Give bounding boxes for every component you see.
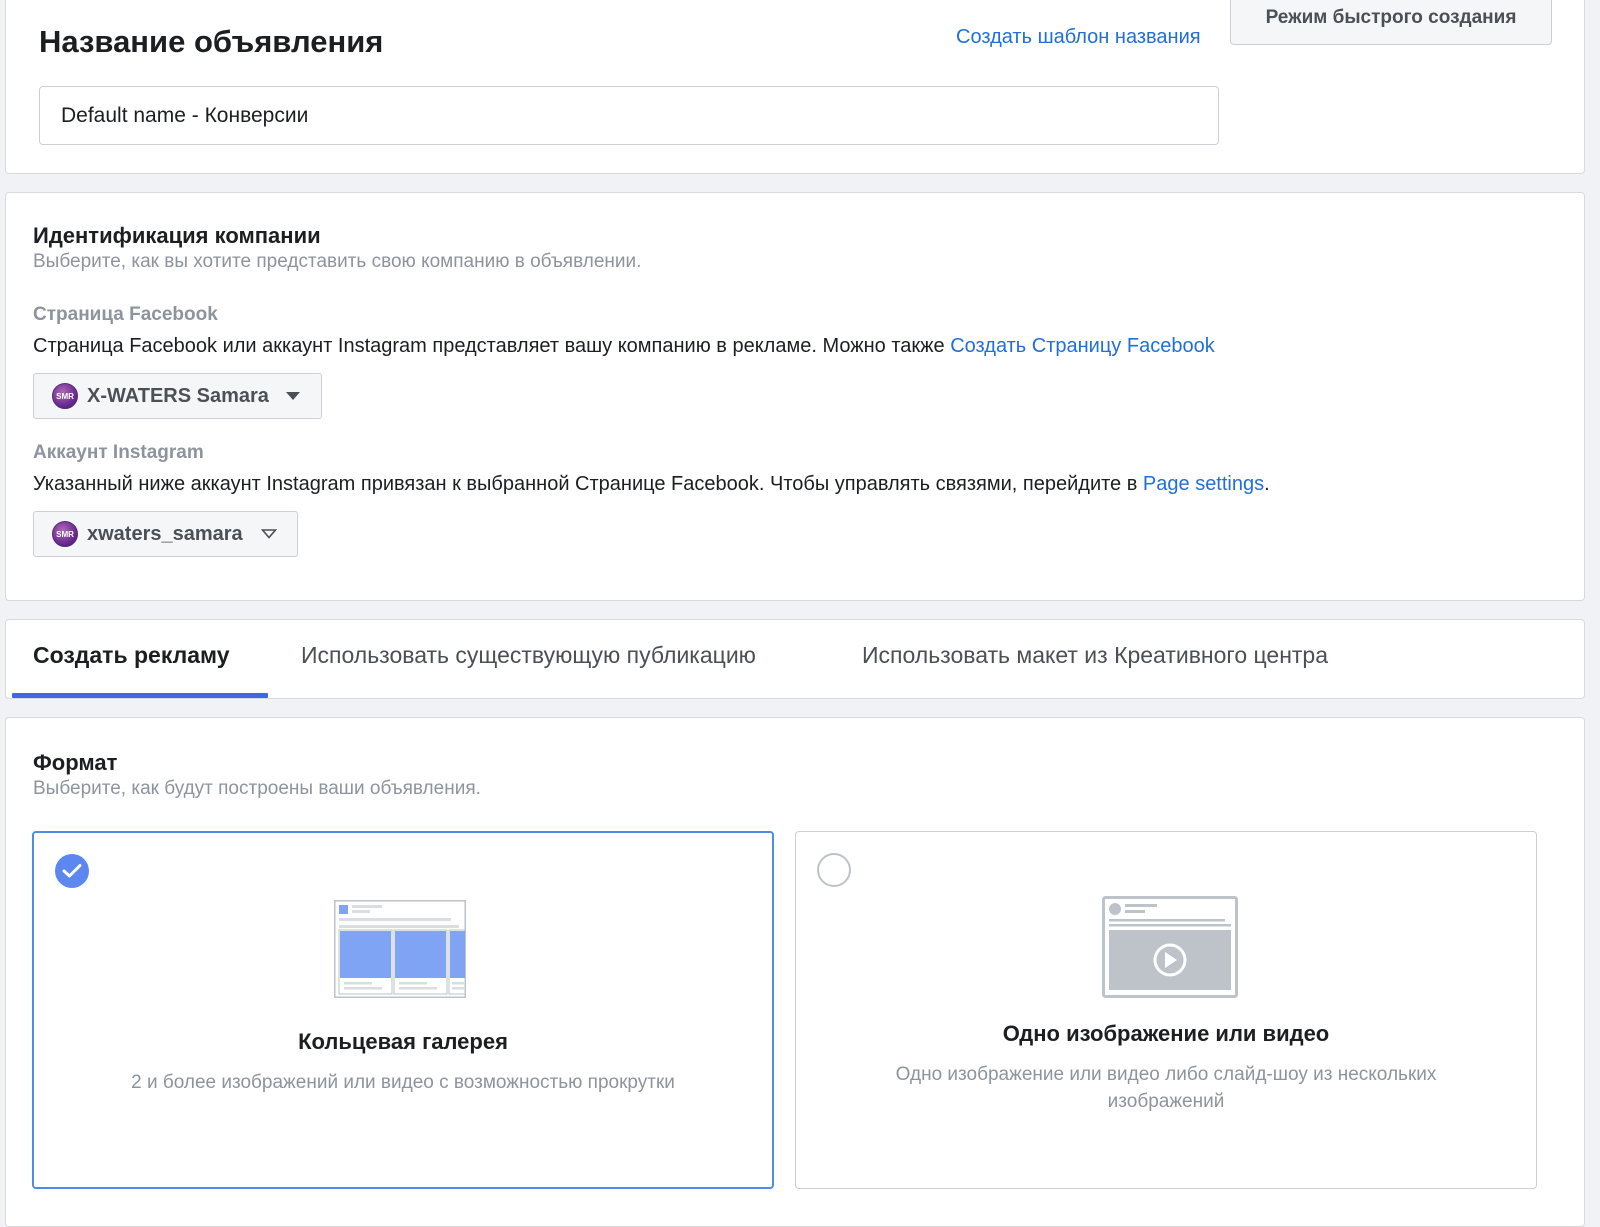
single-media-icon [1102,896,1238,998]
creative-source-tabs: Создать рекламу Использовать существующу… [5,619,1585,699]
quick-create-mode-button[interactable]: Режим быстрого создания [1230,0,1552,45]
instagram-account-selector[interactable]: SMR xwaters_samara [33,511,298,557]
create-facebook-page-link[interactable]: Создать Страницу Facebook [950,335,1214,357]
page-avatar: SMR [52,383,78,409]
checkmark-icon[interactable] [55,854,89,888]
facebook-page-description-text: Страница Facebook или аккаунт Instagram … [33,335,951,357]
identity-subtitle: Выберите, как вы хотите представить свою… [33,251,642,272]
ad-name-card: Название объявления Создать шаблон назва… [5,0,1585,174]
format-option-carousel[interactable]: Кольцевая галерея 2 и более изображений … [32,831,774,1189]
instagram-description: Указанный ниже аккаунт Instagram привяза… [33,473,1270,496]
single-media-description: Одно изображение или видео либо слайд-шо… [895,1064,1437,1112]
business-identity-card: Идентификация компании Выберите, как вы … [5,192,1585,601]
carousel-title: Кольцевая галерея [298,1029,508,1054]
facebook-page-label: Страница Facebook [33,304,218,325]
instagram-description-text: Указанный ниже аккаунт Instagram привяза… [33,473,1143,495]
tab-create-ad[interactable]: Создать рекламу [33,642,230,669]
create-name-template-link[interactable]: Создать шаблон названия [956,26,1201,49]
ad-name-title: Название объявления [39,24,384,59]
identity-title: Идентификация компании [33,223,321,248]
instagram-account-selected: xwaters_samara [87,522,243,545]
carousel-description: 2 и более изображений или видео с возмож… [131,1072,675,1093]
caret-down-icon [285,391,301,401]
facebook-page-selector[interactable]: SMR X-WATERS Samara [33,373,322,419]
radio-unchecked-icon[interactable] [817,853,851,887]
instagram-account-label: Аккаунт Instagram [33,442,204,463]
page-settings-link[interactable]: Page settings [1143,473,1264,495]
format-subtitle: Выберите, как будут построены ваши объяв… [33,778,481,799]
ad-name-input[interactable] [39,86,1219,145]
active-tab-indicator [12,693,268,698]
carousel-icon [334,900,466,998]
caret-down-outline-icon [260,529,277,539]
format-option-single-media[interactable]: Одно изображение или видео Одно изображе… [795,831,1537,1189]
format-card: Формат Выберите, как будут построены ваш… [5,717,1585,1227]
tab-use-existing-post[interactable]: Использовать существующую публикацию [301,642,756,669]
facebook-page-description: Страница Facebook или аккаунт Instagram … [33,335,1215,358]
single-media-title: Одно изображение или видео [1002,1021,1330,1046]
instagram-description-suffix: . [1264,473,1270,495]
tab-use-creative-hub-mockup[interactable]: Использовать макет из Креативного центра [862,642,1328,669]
instagram-avatar: SMR [52,521,78,547]
format-title: Формат [33,750,118,775]
facebook-page-selected: X-WATERS Samara [87,384,269,407]
